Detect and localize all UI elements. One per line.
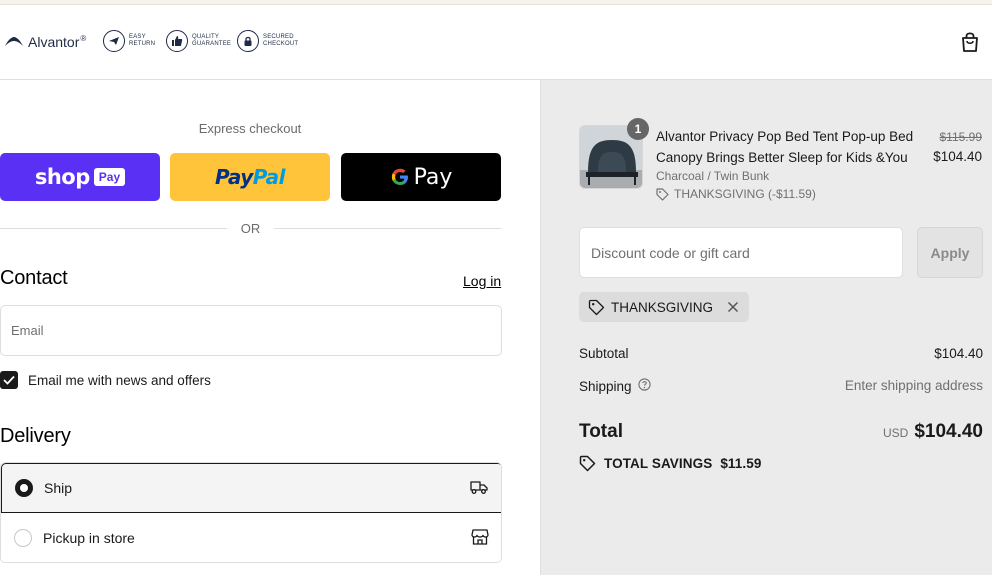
delivery-heading: Delivery <box>0 425 71 447</box>
paypal-wordmark: PayPal <box>214 165 286 189</box>
login-link[interactable]: Log in <box>463 273 501 289</box>
total-value: $104.40 <box>914 421 983 442</box>
brand-registered-mark: ® <box>80 34 87 43</box>
applied-discount-chip: THANKSGIVING <box>579 292 750 322</box>
total-savings: TOTAL SAVINGS $11.59 <box>579 455 761 472</box>
product-name: Alvantor Privacy Pop Bed Tent Pop-up Bed… <box>656 129 914 165</box>
shipping-row: Shipping Enter shipping address <box>579 378 983 394</box>
shop-pay-pill: Pay <box>93 168 126 186</box>
ship-radio[interactable] <box>15 479 33 497</box>
original-price: $115.99 <box>939 130 983 144</box>
shop-pay-wordmark: shop <box>34 165 90 189</box>
discount-code-input[interactable] <box>579 227 903 278</box>
subtotal-label: Subtotal <box>579 346 629 361</box>
help-icon[interactable] <box>637 378 651 394</box>
email-field[interactable] <box>0 305 502 356</box>
remove-discount-icon[interactable] <box>727 301 739 313</box>
google-pay-wordmark: Pay <box>390 165 452 190</box>
subtotal-value: $104.40 <box>934 346 983 361</box>
savings-label: TOTAL SAVINGS <box>604 456 713 471</box>
shopping-bag-icon[interactable] <box>960 31 980 58</box>
or-divider: OR <box>0 221 501 237</box>
pickup-label: Pickup in store <box>43 530 135 546</box>
delivery-option-ship[interactable]: Ship <box>1 463 501 513</box>
site-header: Alvantor ® EASY RETURN QUALITY GUARANTEE SE… <box>0 5 992 80</box>
paypal-button[interactable]: PayPal <box>170 153 330 201</box>
pickup-radio[interactable] <box>14 529 32 547</box>
express-checkout-title: Express checkout <box>198 121 302 136</box>
google-g-icon <box>391 168 408 185</box>
delivery-option-pickup[interactable]: Pickup in store <box>1 513 501 562</box>
thumbs-up-icon <box>166 30 188 52</box>
total-label: Total <box>579 421 623 442</box>
tag-icon <box>656 187 669 201</box>
newsletter-option[interactable]: Email me with news and offers <box>0 371 211 389</box>
lock-icon <box>237 30 259 52</box>
plane-icon <box>103 30 125 52</box>
product-variant: Charcoal / Twin Bunk <box>656 169 770 183</box>
shipping-label: Shipping <box>579 378 632 394</box>
product-discount: THANKSGIVING (-$11.59) <box>656 187 816 201</box>
final-price: $104.40 <box>933 149 982 164</box>
secured-checkout-badge: SECURED CHECKOUT <box>237 30 298 52</box>
subtotal-row: Subtotal $104.40 <box>579 346 983 361</box>
quality-guarantee-badge: QUALITY GUARANTEE <box>166 30 231 52</box>
applied-discount-code: THANKSGIVING <box>611 299 714 315</box>
currency-code: USD <box>882 426 909 440</box>
delivery-options: Ship Pickup in store <box>0 462 502 563</box>
ship-label: Ship <box>44 480 73 496</box>
brand-logo[interactable]: Alvantor ® <box>4 34 86 50</box>
brand-wing-icon <box>5 37 23 46</box>
brand-name: Alvantor <box>28 34 80 50</box>
total-row: Total USD $104.40 <box>579 421 983 443</box>
apply-discount-button[interactable]: Apply <box>917 227 983 278</box>
newsletter-label: Email me with news and offers <box>28 372 211 388</box>
shipping-value: Enter shipping address <box>844 378 983 393</box>
tag-icon <box>588 299 605 315</box>
shop-pay-button[interactable]: shop Pay <box>0 153 160 201</box>
contact-heading: Contact <box>0 267 68 289</box>
store-icon <box>471 528 489 549</box>
easy-return-badge: EASY RETURN <box>103 30 159 52</box>
newsletter-checkbox[interactable] <box>0 371 18 389</box>
savings-value: $11.59 <box>720 456 762 471</box>
checkmark-icon <box>3 375 15 385</box>
google-pay-button[interactable]: Pay <box>341 153 501 201</box>
truck-icon <box>470 479 488 498</box>
quantity-badge: 1 <box>627 118 649 140</box>
tag-icon <box>579 455 596 472</box>
